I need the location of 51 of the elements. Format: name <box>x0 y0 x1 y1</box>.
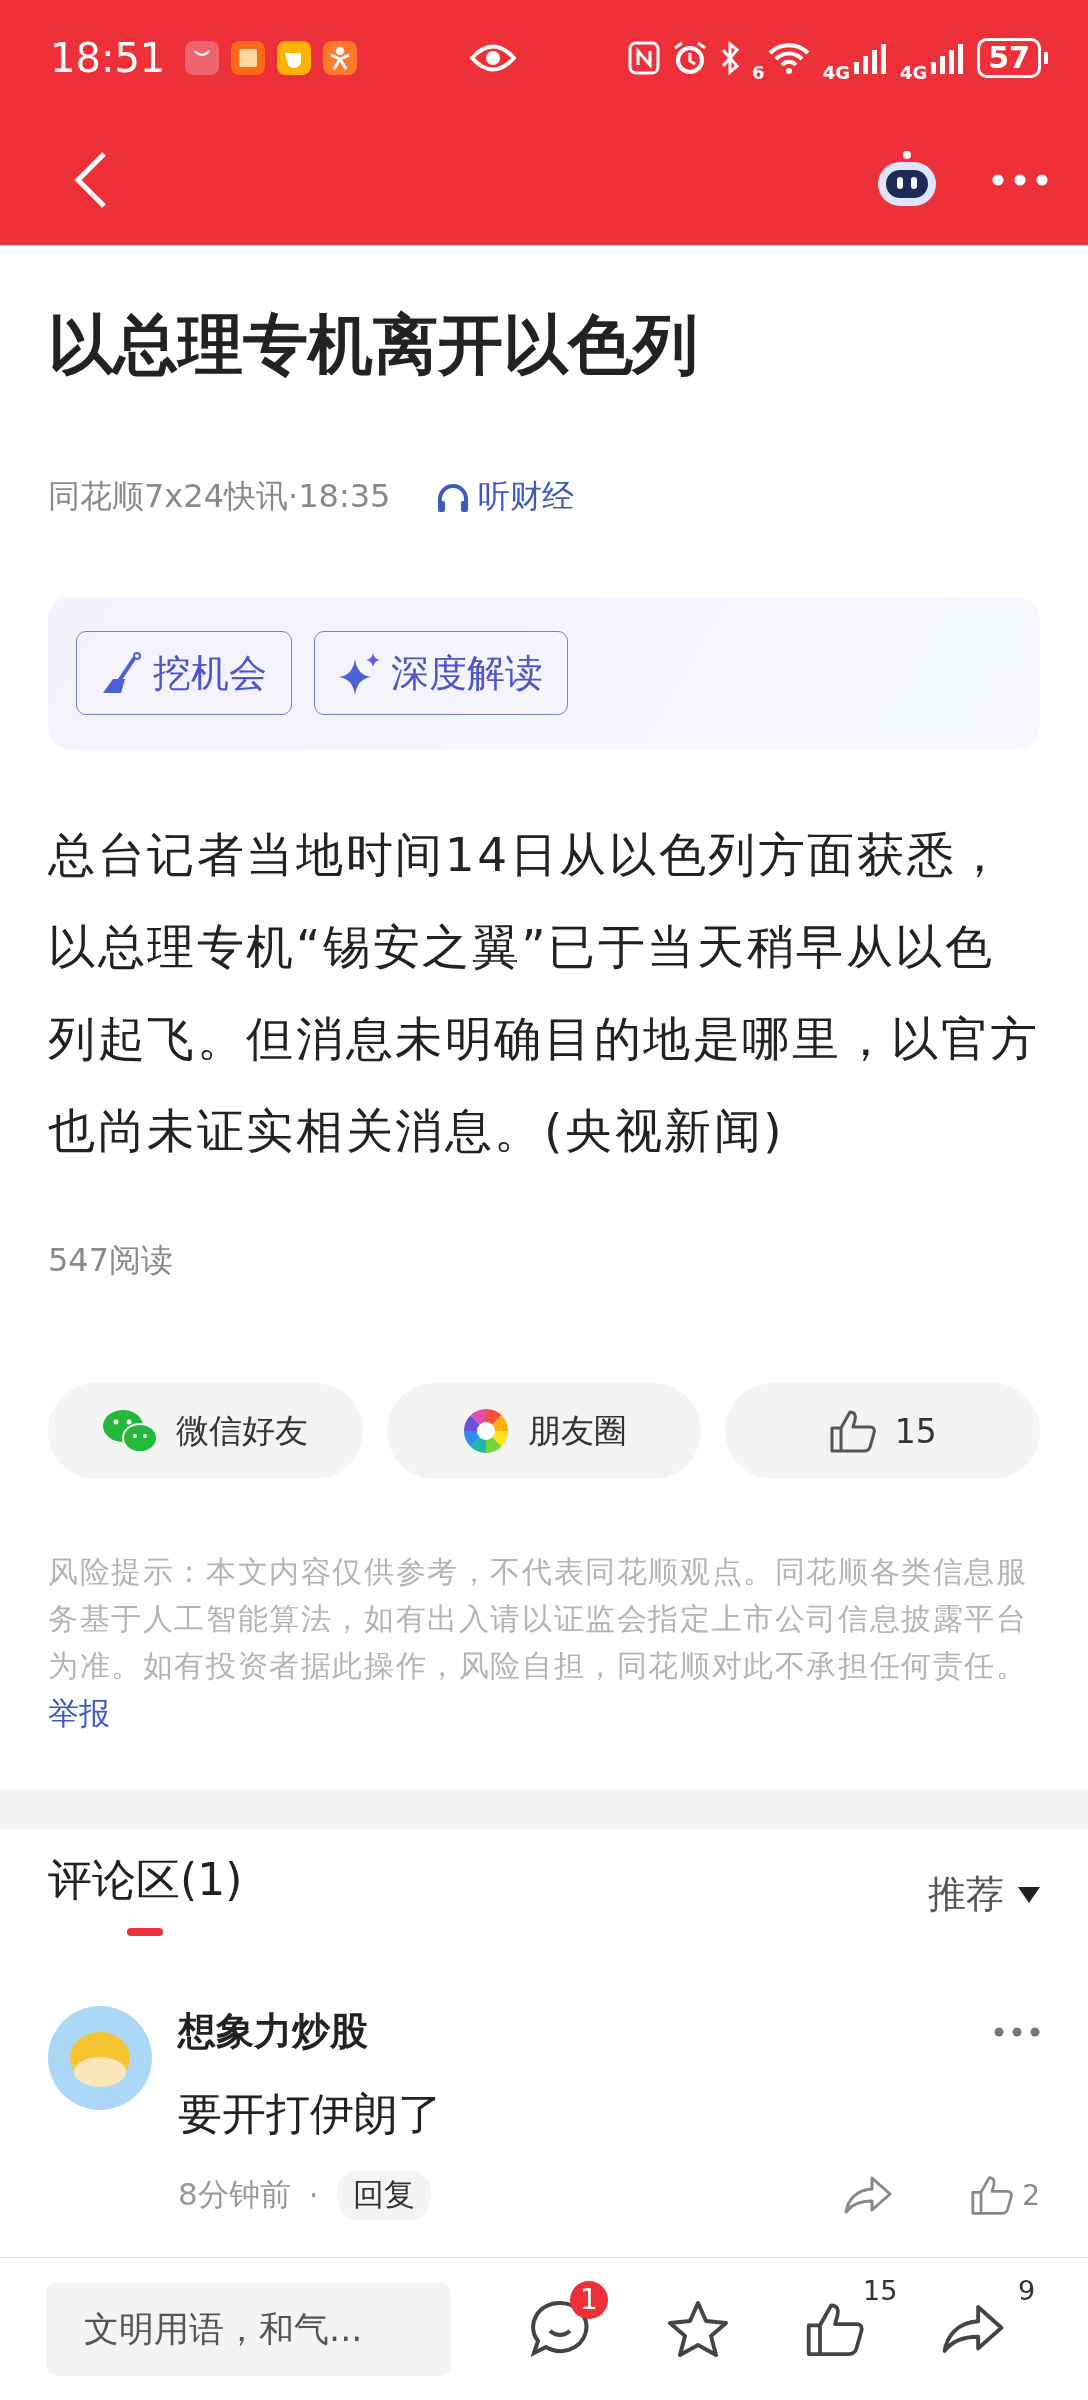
thumbs-up-icon <box>970 2174 1015 2216</box>
thumbs-up-icon[interactable] <box>805 2300 866 2358</box>
moments-share-button[interactable]: 朋友圈 <box>386 1383 702 1479</box>
chat-bubbles-icon <box>102 1408 159 1454</box>
battery-tip-icon <box>1044 51 1048 64</box>
comment-like-button[interactable]: 2 <box>970 2174 1040 2216</box>
read-count: 547阅读 <box>48 1240 175 1281</box>
signal-icon <box>851 41 888 74</box>
comment-input-field[interactable]: 文明用语，和气... <box>46 2282 451 2376</box>
star-icon[interactable] <box>667 2300 728 2358</box>
headphones-icon <box>436 481 471 513</box>
comment-username: 想象力炒股 <box>178 2008 368 2055</box>
reply-button[interactable]: 回复 <box>336 2170 431 2220</box>
battery-level: 57 <box>977 37 1041 78</box>
deep-read-button[interactable]: 深度解读 <box>314 631 568 715</box>
more-icon[interactable] <box>994 2026 1040 2037</box>
network-label: 4G <box>899 62 928 83</box>
listen-link[interactable]: 听财经 <box>436 475 575 519</box>
like-count: 15 <box>863 2275 898 2306</box>
wifi-icon <box>766 40 811 75</box>
opportunity-button[interactable]: 挖机会 <box>76 631 292 715</box>
thumbs-up-icon <box>828 1408 877 1454</box>
like-button[interactable]: 15 <box>725 1383 1040 1479</box>
app-icon <box>185 40 220 75</box>
eye-icon <box>469 42 516 73</box>
article-body: 总台记者当地时间14日从以色列方面获悉，以总理专机“锡安之翼”已于当天稍早从以色列起飞。但消息未明确目的地是哪里，以官方也尚未证实相关消息。(央视新闻) <box>48 826 1040 1160</box>
caret-icon <box>1018 1886 1040 1903</box>
share-count: 9 <box>1017 2275 1036 2306</box>
cup-app-icon <box>277 40 312 75</box>
separator-dot: · <box>308 2177 319 2213</box>
comments-tab[interactable]: 评论区(1) <box>48 1851 243 1910</box>
signal-icon <box>929 41 966 74</box>
share-arrow-icon[interactable] <box>942 2303 1005 2355</box>
wechat-share-button[interactable]: 微信好友 <box>48 1383 363 1479</box>
wifi-label: 6 <box>752 62 765 83</box>
sort-dropdown[interactable]: 推荐 <box>928 1869 1040 1920</box>
network-label: 4G <box>822 62 850 83</box>
clock-time: 18:51 <box>50 34 166 81</box>
source-time: 同花顺7x24快讯·18:35 <box>48 476 391 517</box>
article-title: 以总理专机离开以色列 <box>48 306 699 384</box>
risk-disclaimer: 风险提示：本文内容仅供参考，不代表同花顺观点。同花顺各类信息服务基于人工智能算法，如有出入请以证监会指定上市公司信息披露平台为准。如有投资者据此操作，风险自担，同花顺对此不承担任何责任。 <box>48 1554 1029 1685</box>
aperture-icon <box>461 1407 510 1455</box>
notification-badge: 1 <box>569 2281 608 2319</box>
more-icon[interactable] <box>992 174 1048 186</box>
comment-time: 8分钟前 <box>178 2175 291 2214</box>
nfc-icon <box>628 40 661 75</box>
report-link[interactable]: 举报 <box>48 1690 110 1737</box>
bluetooth-icon <box>720 40 741 75</box>
comment-text: 要开打伊朗了 <box>178 2087 443 2141</box>
figure-app-icon <box>323 40 358 75</box>
tab-underline <box>127 1928 164 1936</box>
